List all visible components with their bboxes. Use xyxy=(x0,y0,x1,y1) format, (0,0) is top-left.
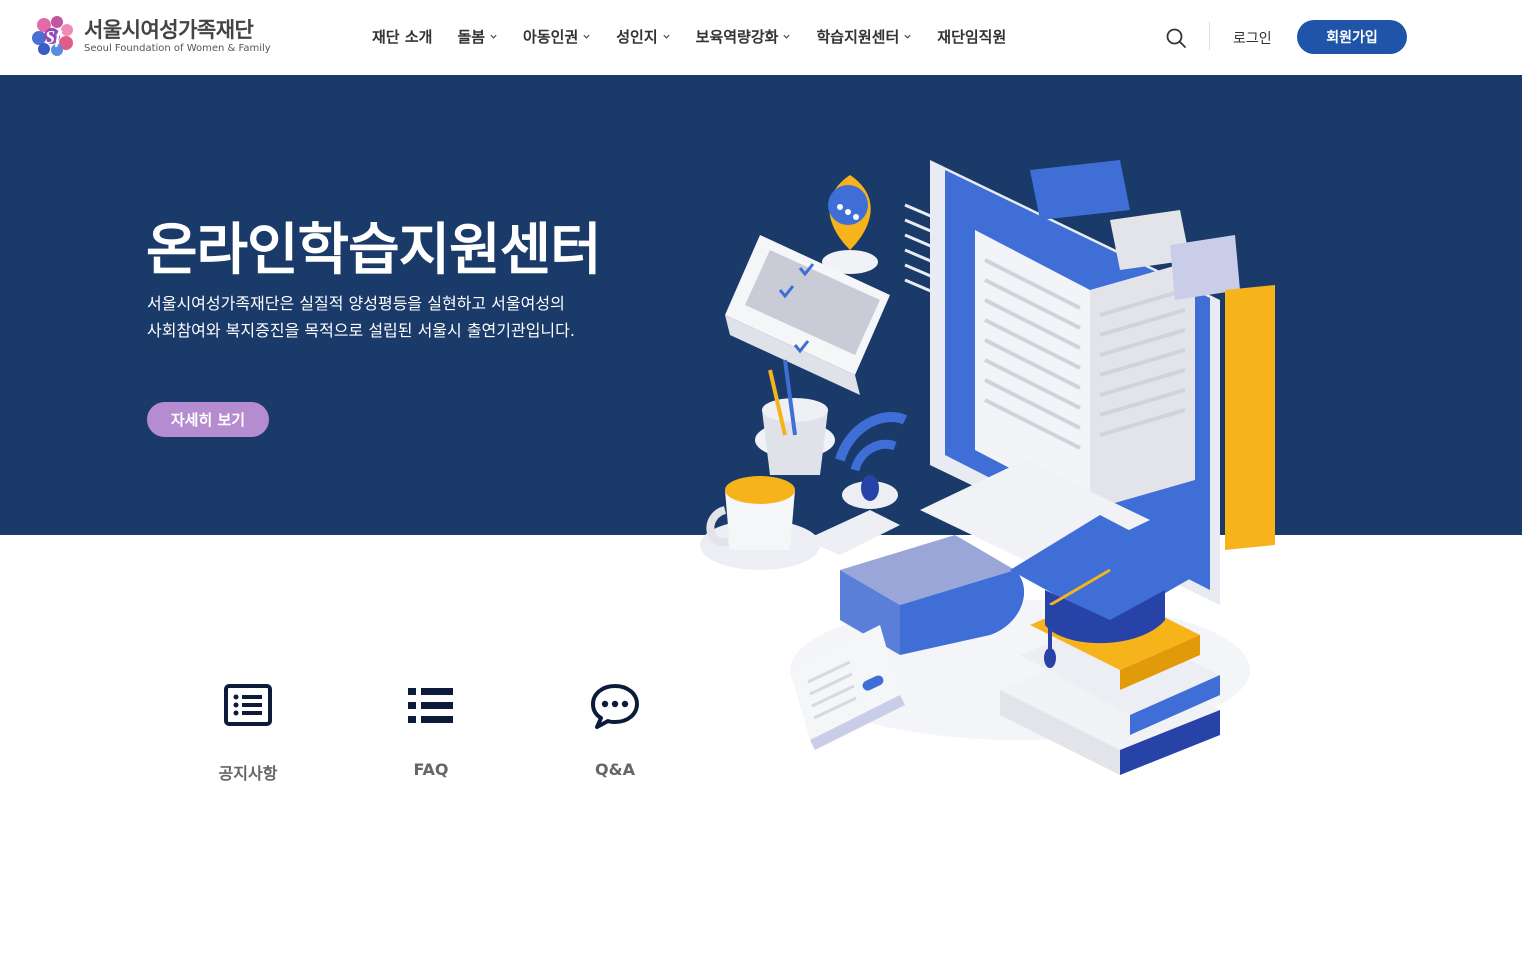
online-learning-illustration xyxy=(700,160,1275,775)
chat-bubble-icon xyxy=(591,684,639,729)
hero-desc-line-2: 사회참여와 복지증진을 목적으로 설립된 서울시 출연기관입니다. xyxy=(147,321,575,340)
main-nav: 재단 소개 돌봄 아동인권 성인지 보육역량강화 학습지원센터 재단임직원 xyxy=(372,24,1031,48)
logo-mark-icon: Sf xyxy=(32,16,73,56)
learn-more-button[interactable]: 자세히 보기 xyxy=(147,402,269,437)
nav-item-child-rights[interactable]: 아동인권 xyxy=(523,26,591,47)
quick-link-qna[interactable]: Q&A xyxy=(545,680,685,779)
hero-description: 서울시여성가족재단은 실질적 양성평등을 실현하고 서울여성의 사회참여와 복지… xyxy=(147,290,667,344)
signup-button[interactable]: 회원가입 xyxy=(1297,20,1407,54)
nav-item-foundation-intro[interactable]: 재단 소개 xyxy=(372,26,432,47)
login-link[interactable]: 로그인 xyxy=(1233,28,1272,48)
quick-link-label: 공지사항 xyxy=(218,764,278,783)
svg-text:Sf: Sf xyxy=(45,27,63,47)
nav-item-label: 재단 소개 xyxy=(372,27,433,46)
nav-item-childcare-capacity[interactable]: 보육역량강화 xyxy=(696,26,792,47)
nav-item-label: 학습지원센터 xyxy=(816,27,900,46)
quick-link-faq[interactable]: FAQ xyxy=(361,680,501,779)
nav-item-staff[interactable]: 재단임직원 xyxy=(937,26,1006,47)
header-divider xyxy=(1209,22,1210,50)
nav-item-gender-awareness[interactable]: 성인지 xyxy=(616,26,670,47)
nav-item-learning-center[interactable]: 학습지원센터 xyxy=(816,26,912,47)
notice-list-icon xyxy=(224,684,272,726)
hero-title: 온라인학습지원센터 xyxy=(146,218,602,283)
site-header: Sf 서울시여성가족재단 Seoul Foundation of Women &… xyxy=(0,0,1522,75)
chevron-down-icon xyxy=(490,34,497,39)
faq-list-icon xyxy=(408,688,453,723)
nav-item-label: 보육역량강화 xyxy=(695,27,779,46)
nav-item-care[interactable]: 돌봄 xyxy=(457,26,498,47)
nav-item-label: 아동인권 xyxy=(523,27,579,46)
search-icon[interactable] xyxy=(1165,27,1187,49)
nav-item-label: 성인지 xyxy=(616,27,658,46)
chevron-down-icon xyxy=(783,34,791,39)
logo-english-text: Seoul Foundation of Women & Family xyxy=(84,42,271,54)
logo-korean-text: 서울시여성가족재단 xyxy=(84,17,254,42)
chevron-down-icon xyxy=(663,34,670,39)
site-logo[interactable]: Sf 서울시여성가족재단 Seoul Foundation of Women &… xyxy=(30,13,271,59)
quick-link-label: Q&A xyxy=(595,760,635,779)
quick-link-label: FAQ xyxy=(413,760,449,779)
chevron-down-icon xyxy=(904,34,911,39)
quick-link-notice[interactable]: 공지사항 xyxy=(178,680,318,784)
nav-item-label: 재단임직원 xyxy=(937,27,1007,46)
chevron-down-icon xyxy=(583,34,590,39)
nav-item-label: 돌봄 xyxy=(457,27,486,46)
hero-desc-line-1: 서울시여성가족재단은 실질적 양성평등을 실현하고 서울여성의 xyxy=(147,294,565,313)
